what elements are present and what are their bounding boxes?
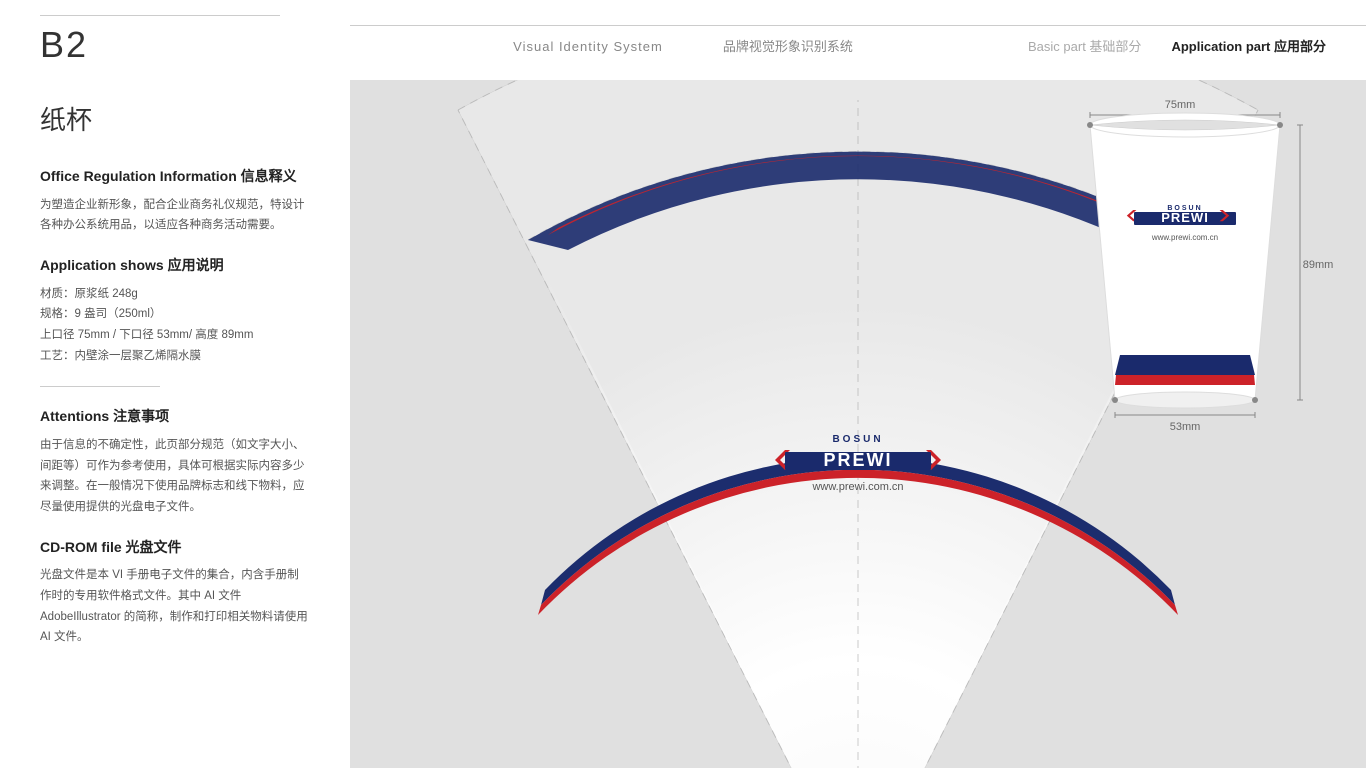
section2-heading: Application shows 应用说明	[40, 256, 310, 276]
section2-text: 材质：原浆纸 248g 规格：9 盎司（250ml） 上口径 75mm / 下口…	[40, 284, 310, 367]
header-center: Visual Identity System 品牌视觉形象识别系统	[350, 25, 1016, 55]
main-content: 纸杯 Office Regulation Information 信息释义 为塑…	[0, 80, 1366, 768]
header-center-titles: Visual Identity System 品牌视觉形象识别系统	[513, 36, 853, 55]
header-nav: Basic part 基础部分 Application part 应用部分	[1016, 25, 1366, 55]
header-divider-line	[40, 15, 280, 16]
section1-text: 为塑造企业新形象，配合企业商务礼仪规范，特设计各种办公系统用品，以适应各种商务活…	[40, 195, 310, 236]
page-code: B2	[40, 24, 350, 66]
section2-line1: 材质：原浆纸 248g	[40, 284, 310, 305]
nav-basic: Basic part 基础部分	[1028, 36, 1141, 55]
content-area: BOSUN PREWI www.prewi.com.cn 75mm	[350, 80, 1366, 768]
section4-heading: CD-ROM file 光盘文件	[40, 538, 310, 558]
nav-application: Application part 应用部分	[1171, 36, 1326, 55]
section2-line3: 上口径 75mm / 下口径 53mm/ 高度 89mm	[40, 325, 310, 346]
svg-text:www.prewi.com.cn: www.prewi.com.cn	[1151, 233, 1218, 242]
sidebar: 纸杯 Office Regulation Information 信息释义 为塑…	[0, 80, 350, 768]
sidebar-title: 纸杯	[40, 100, 310, 137]
section3-heading: Attentions 注意事项	[40, 407, 310, 427]
section2-line4: 工艺：内壁涂一层聚乙烯隔水膜	[40, 346, 310, 367]
section1-heading: Office Regulation Information 信息释义	[40, 167, 310, 187]
svg-text:www.prewi.com.cn: www.prewi.com.cn	[811, 481, 903, 493]
header: B2 Visual Identity System 品牌视觉形象识别系统 Bas…	[0, 0, 1366, 80]
cup-design-svg: BOSUN PREWI www.prewi.com.cn 75mm	[350, 80, 1366, 768]
vis-identity-title: Visual Identity System	[513, 39, 663, 54]
header-left: B2	[0, 15, 350, 66]
section3-text: 由于信息的不确定性，此页部分规范（如文字大小、间距等）可作为参考使用，具体可根据…	[40, 435, 310, 518]
svg-text:75mm: 75mm	[1165, 99, 1196, 111]
svg-text:BOSUN: BOSUN	[832, 434, 883, 445]
vis-identity-cn: 品牌视觉形象识别系统	[723, 36, 853, 55]
section2-line2: 规格：9 盎司（250ml）	[40, 304, 310, 325]
sidebar-divider	[40, 386, 160, 387]
svg-text:PREWI: PREWI	[1161, 210, 1209, 225]
svg-text:89mm: 89mm	[1303, 259, 1334, 271]
svg-text:PREWI: PREWI	[823, 450, 892, 470]
svg-text:53mm: 53mm	[1170, 421, 1201, 433]
section4-text: 光盘文件是本 VI 手册电子文件的集合，内含手册制作时的专用软件格式文件。其中 …	[40, 565, 310, 648]
